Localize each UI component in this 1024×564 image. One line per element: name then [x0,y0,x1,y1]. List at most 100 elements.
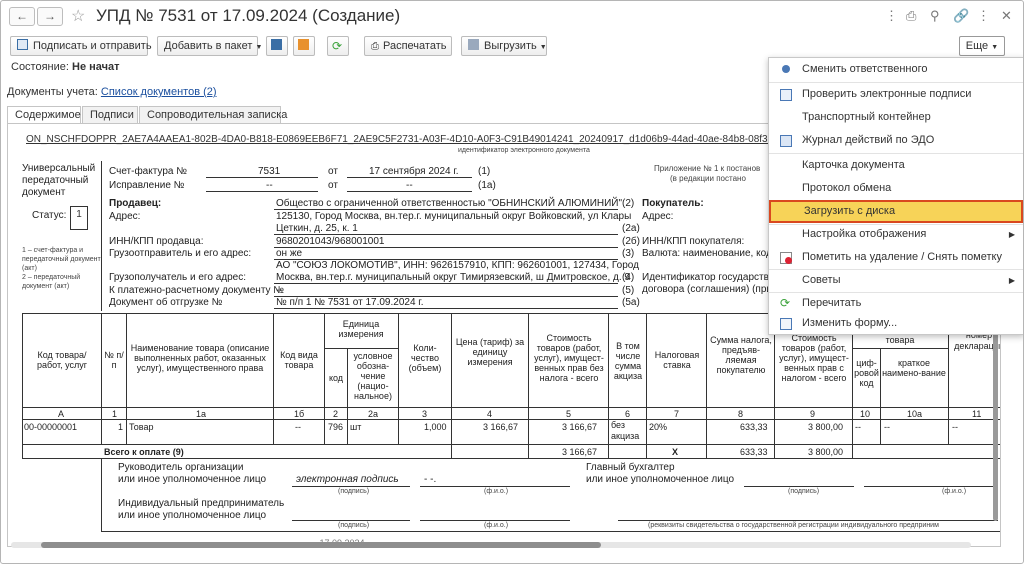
sign-send-label: Подписать и отправить [33,40,152,52]
col-num: 11 [972,409,982,419]
print-icon[interactable]: ⎙ [906,8,916,24]
docs-link[interactable]: Список документов (2) [101,86,217,98]
tab-cover-note[interactable]: Сопроводительная записка [139,106,287,124]
submenu-arrow-icon: ▶ [1008,276,1015,285]
menu-edo-journal[interactable]: Журнал действий по ЭДО [769,129,1023,152]
gov-id-label: Идентификатор государствен [642,272,780,283]
consignee-label: Грузополучатель и его адрес: [109,272,246,283]
menu-tips[interactable]: Советы ▶ [769,269,1023,292]
ref-2b: (2б) [622,236,640,247]
tab-signatures[interactable]: Подписи [82,106,138,124]
file-id-caption: идентификатор электронного документа [458,147,590,154]
close-icon[interactable]: ✕ [1001,8,1012,24]
consignee-value: АО "СОЮЗ ЛОКОМОТИВ", ИНН: 9626157910, КП… [276,260,639,271]
th-code: Код товара/ работ, услуг [36,350,88,370]
menu-exchange-protocol[interactable]: Протокол обмена [769,177,1023,200]
titlebar: ← → ☆ УПД № 7531 от 17.09.2024 (Создание… [1,1,1023,31]
ref-1a: (1а) [478,180,496,191]
underline [274,209,618,210]
shipment-value: № п/п 1 № 7531 от 17.09.2024 г. [276,297,424,308]
upd-title: Универсальный передаточный документ [22,163,96,198]
menu-edit-form[interactable]: Изменить форму... [769,312,1023,335]
from-label-2: от [328,180,338,191]
more-icon[interactable]: ⋮ [977,8,990,24]
head-signature: электронная подпись [296,474,399,485]
shipment-label: Документ об отгрузке № [109,297,223,308]
from-label: от [328,166,338,177]
menu-load-from-disk[interactable]: Загрузить с диска [769,200,1023,223]
more-button[interactable]: Еще ▼ [959,36,1005,56]
col-num: 8 [738,409,744,419]
cell-unit-name: шт [350,422,362,432]
menu-transport-container[interactable]: Транспортный контейнер [769,106,1023,129]
print-button[interactable]: ⎙ Распечатать [364,36,452,56]
add-package-label: Добавить в пакет [164,40,253,52]
refresh-icon: ⟳ [332,39,343,53]
search-icon[interactable]: ⚲ [930,8,940,24]
th-name: Наименование товара (описание выполненны… [130,343,270,373]
scroll-thumb[interactable] [993,331,998,521]
th-tax: Сумма налога, предъяв-ляемая покупателю [710,335,772,375]
save-button[interactable] [266,36,288,56]
tab-content[interactable]: Содержимое [7,106,81,124]
buyer-label: Покупатель: [642,198,704,209]
underline [420,520,570,521]
structure-button[interactable] [293,36,315,56]
menu-mark-delete[interactable]: Пометить на удаление / Снять пометку [769,246,1023,269]
menu-label: Пометить на удаление / Снять пометку [802,251,1002,263]
refresh-icon: ⟳ [780,296,791,310]
address-value: 125130, Город Москва, вн.тер.г. муниципа… [276,211,632,222]
total-tax: 633,33 [740,447,768,457]
forward-button[interactable]: → [37,7,63,26]
menu-doc-card[interactable]: Карточка документа [769,154,1023,177]
add-package-button[interactable]: Добавить в пакет ▼ [157,36,262,56]
ref-2: (2) [622,198,635,209]
address-value-2: Цеткин, д. 25, к. 1 [276,223,358,234]
currency-label: Валюта: наименование, код [642,248,772,259]
link-icon[interactable]: 🔗 [953,8,969,24]
menu-change-responsible[interactable]: Сменить ответственного [769,58,1023,81]
ip-requisites-caption: (реквизиты свидетельства о государственн… [648,522,939,529]
scroll-thumb[interactable] [41,542,601,548]
fio-caption: (ф.и.о.) [484,488,509,495]
menu-label: Настройка отображения [802,228,927,240]
appendix-note: Приложение № 1 к постанов [654,164,761,173]
refresh-button[interactable]: ⟳ [327,36,349,56]
inn-label: ИНН/КПП продавца: [109,236,204,247]
th-unit-name: условное обозна-чение (нацио-нальное) [353,351,393,401]
status-note: 1 – счет-фактура и передаточный документ… [22,247,101,290]
ref-5: (5) [622,285,635,296]
fio-caption: (ф.и.о.) [942,488,967,495]
head-label-2: или иное уполномоченное лицо [118,474,267,485]
cell-country-name: -- [884,422,890,432]
menu-label: Перечитать [802,297,862,309]
export-button[interactable]: Выгрузить ▼ [461,36,547,56]
chief-label: Главный бухгалтер [586,462,675,473]
th-unit: Единица измерения [338,319,384,339]
menu-label: Загрузить с диска [804,205,896,217]
docs-line: Документы учета: Список документов (2) [7,86,217,98]
docs-label: Документы учета: [7,86,98,98]
sign-send-button[interactable]: Подписать и отправить [10,36,152,56]
th-cost: Стоимость товаров (работ, услуг), имущес… [534,333,604,383]
menu-display-settings[interactable]: Настройка отображения ▶ [769,223,1023,246]
hierarchy-icon [298,39,309,50]
menu-icon[interactable]: ⋮ [885,8,898,24]
th-rate: Налоговая ставка [654,350,700,370]
vertical-scrollbar[interactable] [992,331,999,521]
star-icon[interactable]: ☆ [71,6,85,26]
divider [101,161,102,311]
col-num: 4 [487,409,493,419]
cell-country-code: -- [855,422,861,432]
window-title: УПД № 7531 от 17.09.2024 (Создание) [96,6,401,25]
back-button[interactable]: ← [9,7,35,26]
col-num: 2а [368,409,379,419]
menu-label: Протокол обмена [802,182,892,194]
col-num: 1б [294,409,305,419]
menu-verify-signatures[interactable]: Проверить электронные подписи [769,83,1023,106]
head-name: - -. [424,474,437,485]
invoice-label: Счет-фактура № [109,166,187,177]
more-menu: Сменить ответственного Проверить электро… [768,57,1023,335]
horizontal-scrollbar[interactable] [11,542,971,548]
payment-label: К платежно-расчетному документу № [109,285,285,296]
